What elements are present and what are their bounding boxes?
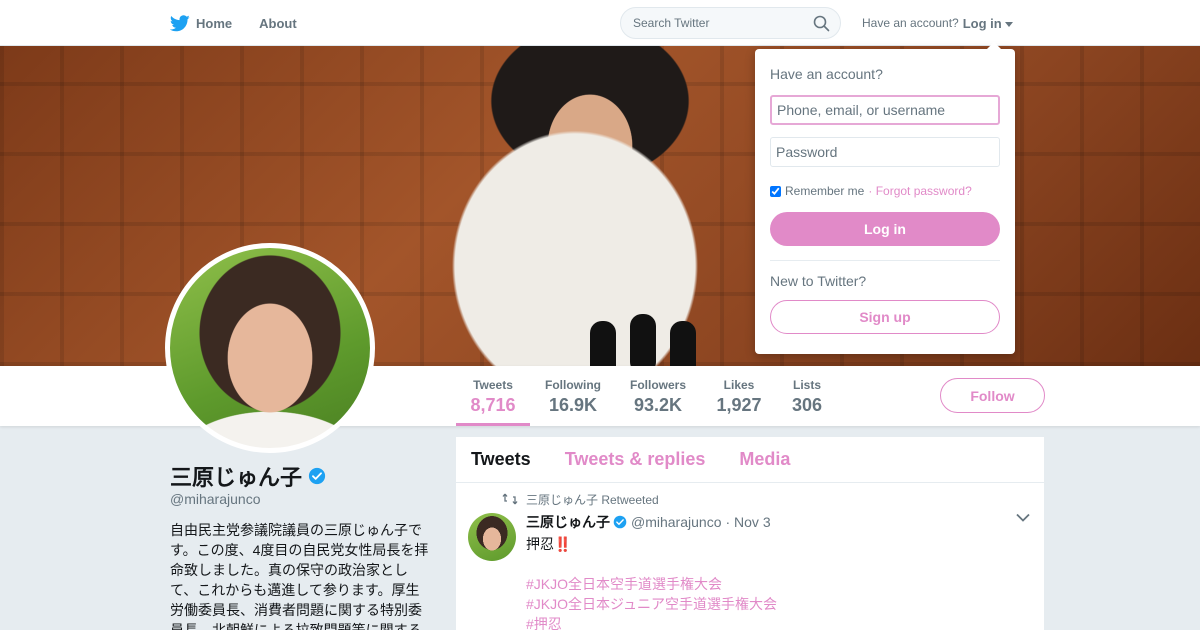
- stat-lists[interactable]: Lists 306: [786, 378, 828, 416]
- search-input[interactable]: [621, 8, 801, 38]
- tweet-hashtag[interactable]: #押忍: [526, 614, 1029, 630]
- follow-button[interactable]: Follow: [940, 378, 1045, 413]
- tweet-author-name[interactable]: 三原じゅん子: [526, 512, 610, 532]
- tweet-author-handle[interactable]: @miharajunco: [631, 514, 721, 530]
- microphone-decor: [630, 314, 656, 366]
- nav-about[interactable]: About: [259, 16, 297, 31]
- tweet-hashtag[interactable]: #JKJO全日本空手道選手権大会: [526, 574, 1029, 594]
- stat-value: 8,716: [470, 395, 516, 415]
- stat-label: Tweets: [473, 378, 513, 392]
- tweet-header: 三原じゅん子 @miharajunco · Nov 3: [526, 512, 1029, 532]
- profile-name: 三原じゅん子: [170, 460, 326, 492]
- chevron-down-icon[interactable]: [1016, 513, 1030, 522]
- login-submit-button[interactable]: Log in: [770, 212, 1000, 246]
- username-input[interactable]: [770, 95, 1000, 125]
- tab-tweets[interactable]: Tweets: [471, 449, 531, 470]
- tab-media[interactable]: Media: [739, 449, 790, 470]
- stat-followers[interactable]: Followers 93.2K: [624, 378, 692, 416]
- account-menu[interactable]: Have an account? Log in: [862, 0, 1013, 46]
- signup-button[interactable]: Sign up: [770, 300, 1000, 334]
- twitter-bird-icon: [170, 14, 190, 31]
- microphone-decor: [590, 321, 616, 366]
- stat-label: Likes: [723, 378, 755, 392]
- verified-badge-icon: [613, 515, 627, 529]
- tweet-text: 押忍‼️ #JKJO全日本空手道選手権大会 #JKJO全日本ジュニア空手道選手権…: [526, 534, 1029, 630]
- tweet-timestamp[interactable]: · Nov 3: [725, 514, 770, 530]
- verified-badge-icon: [308, 467, 326, 485]
- caret-down-icon: [1004, 21, 1013, 27]
- retweet-context-text: 三原じゅん子 Retweeted: [526, 492, 659, 507]
- stat-following[interactable]: Following 16.9K: [540, 378, 606, 416]
- stat-label: Following: [545, 378, 601, 392]
- profile-bio: 自由民主党参議院議員の三原じゅん子です。この度、4度目の自民党女性局長を拝命致し…: [170, 522, 429, 630]
- stat-label: Lists: [792, 378, 821, 392]
- dropdown-divider: [770, 260, 1000, 261]
- timeline: Tweets Tweets & replies Media 三原じゅん子 Ret…: [456, 437, 1044, 630]
- stat-likes[interactable]: Likes 1,927: [710, 378, 768, 416]
- nav-left: Home About: [170, 0, 324, 46]
- login-dropdown-title: Have an account?: [770, 66, 883, 82]
- search-icon[interactable]: [813, 15, 830, 32]
- login-toggle[interactable]: Log in: [963, 16, 1002, 31]
- remember-row: Remember me · Forgot password?: [770, 184, 972, 198]
- tweet-hashtag[interactable]: #JKJO全日本ジュニア空手道選手権大会: [526, 594, 1029, 614]
- search-box: [620, 7, 841, 39]
- nav-about-label: About: [259, 15, 297, 31]
- nav-home-label: Home: [196, 15, 233, 31]
- retweet-context: 三原じゅん子 Retweeted: [502, 491, 1029, 507]
- stat-value: 1,927: [716, 395, 762, 415]
- profile-handle[interactable]: @miharajunco: [170, 491, 260, 507]
- tweet-avatar[interactable]: [468, 513, 516, 561]
- stat-value: 93.2K: [633, 395, 683, 415]
- stat-label: Followers: [629, 378, 686, 392]
- tweet-body: 押忍: [526, 536, 554, 552]
- timeline-tabs: Tweets Tweets & replies Media: [456, 437, 1044, 483]
- new-to-twitter-text: New to Twitter?: [770, 273, 867, 289]
- stat-tweets[interactable]: Tweets 8,716: [456, 378, 530, 426]
- password-input[interactable]: [770, 137, 1000, 167]
- tweet[interactable]: 三原じゅん子 Retweeted 三原じゅん子 @miharajunco · N…: [456, 483, 1044, 630]
- profile-name-text: 三原じゅん子: [170, 465, 303, 490]
- account-prompt: Have an account?: [862, 16, 959, 30]
- remember-me-label: Remember me: [785, 184, 865, 198]
- microphone-decor: [670, 321, 696, 366]
- top-nav: Home About Have an account? Log in: [0, 0, 1200, 46]
- double-exclamation-emoji: ‼️: [554, 536, 572, 552]
- login-dropdown: Have an account? Remember me · Forgot pa…: [755, 42, 1015, 354]
- forgot-password-link[interactable]: · Forgot password?: [868, 184, 971, 198]
- stat-value: 16.9K: [548, 395, 598, 415]
- tab-tweets-replies[interactable]: Tweets & replies: [565, 449, 706, 470]
- retweet-icon: [502, 493, 518, 505]
- stat-value: 306: [791, 395, 823, 415]
- profile-avatar[interactable]: [165, 243, 375, 453]
- remember-me-checkbox[interactable]: [770, 185, 781, 197]
- nav-home[interactable]: Home: [170, 14, 233, 32]
